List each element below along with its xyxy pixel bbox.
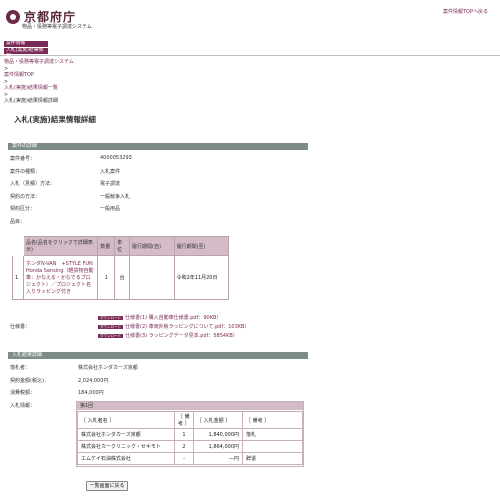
- case-section-header: 案件の詳細: [8, 143, 308, 150]
- bidder-name: 株式会社カークリニック・セキモト: [77, 440, 175, 453]
- field-label: 契約区分：: [10, 206, 36, 212]
- tab-case-info[interactable]: 案件情報: [4, 41, 48, 47]
- field-label: 案件番号：: [10, 156, 36, 162]
- bid-amount: 1,840,000円: [193, 428, 243, 441]
- bidder-name: エムケイ石油株式会社: [77, 452, 175, 465]
- bid-label: 入札情報：: [10, 402, 36, 409]
- download-icon: ダウンロード: [98, 333, 123, 338]
- field-label: 入札（見積）方法：: [10, 181, 56, 187]
- crumb-result-list[interactable]: 入札(実施)結果情報一覧: [4, 85, 58, 91]
- spec-file-link[interactable]: 仕様書(3) ラッピングデータ見本.pdf：5854KB）: [125, 332, 238, 339]
- back-to-list-button[interactable]: 一覧画面に戻る: [86, 481, 128, 491]
- round-label: 第1回: [77, 402, 303, 410]
- spec-file-link[interactable]: 仕様書(1) 購入自動車仕様書.pdf：90KB）: [125, 314, 221, 321]
- header-cell: 履行期間(至): [173, 236, 230, 256]
- items-label: 品目：: [10, 218, 26, 225]
- field-value: 4000053293: [100, 155, 132, 161]
- breadcrumb: 物品・役務等電子調達システム > 案件情報TOP > 入札(実施)結果情報一覧 …: [4, 59, 74, 105]
- spec-file-link[interactable]: 仕様書(2) 車両外板ラッピングについて.pdf：103KB）: [125, 323, 249, 330]
- field-label: 落札者：: [10, 365, 31, 371]
- tab-bid-results[interactable]: 入札(実施)結果情報: [4, 48, 48, 59]
- table-row: 株式会社カークリニック・セキモト 2 1,864,000円: [77, 440, 303, 453]
- field-row: 案件番号： 4000053293: [10, 155, 310, 168]
- header-cell-blank: [12, 236, 24, 256]
- download-icon: ダウンロード: [98, 324, 123, 329]
- field-value: 株式会社ホンダカーズ京都: [78, 365, 138, 371]
- bidder-no: -: [174, 452, 194, 465]
- field-value: 一般競争入札: [100, 193, 131, 200]
- items-header-row: 品名(品名をクリックで詳細表示) 数量 単位 履行期間(自) 履行期間(至): [12, 236, 230, 256]
- bids-header-cell: ［ 入札金額 ］: [193, 411, 243, 429]
- field-row: 入札（見積）方法： 電子調達: [10, 180, 310, 193]
- field-row: 落札者： 株式会社ホンダカーズ京都: [10, 364, 310, 377]
- item-to: 令和2年11月20日: [173, 255, 230, 300]
- bidder-name: 株式会社ホンダカーズ京都: [77, 428, 175, 441]
- bids-table: ［ 入札者名 ］ ［ 備考 ］ ［ 入札金額 ］ ［ 備考 ］ 株式会社ホンダカ…: [77, 411, 303, 465]
- page-title: 入札(実施)結果情報詳細: [14, 115, 96, 124]
- bidder-no: 2: [174, 440, 194, 453]
- field-value: 電子調達: [100, 181, 121, 187]
- header-cell: 品名(品名をクリックで詳細表示): [22, 236, 99, 256]
- item-name-link[interactable]: ホンダN-VAN +STYLE FUN Honda Sensing（軽貨物自動車…: [22, 255, 99, 300]
- spec-file-item[interactable]: ダウンロード 仕様書(1) 購入自動車仕様書.pdf：90KB）: [98, 314, 298, 321]
- crumb-case-top[interactable]: 案件情報TOP: [4, 72, 34, 78]
- field-value: 入札案件: [100, 168, 121, 175]
- result-section-header: 入札結果詳細: [8, 352, 308, 359]
- download-icon: ダウンロード: [98, 315, 123, 320]
- spec-file-item[interactable]: ダウンロード 仕様書(2) 車両外板ラッピングについて.pdf：103KB）: [98, 323, 298, 330]
- field-value: 一般用品: [100, 206, 121, 212]
- item-qty: 1: [97, 255, 116, 300]
- field-label: 契約金額(税込)：: [10, 377, 49, 384]
- header-cell: 履行期間(自): [129, 236, 175, 256]
- field-row: 案件の種類： 入札案件: [10, 168, 310, 181]
- spec-label: 仕様書：: [10, 324, 31, 330]
- top-link[interactable]: 案件情報TOPへ戻る: [443, 8, 488, 15]
- field-label: 契約の方法：: [10, 193, 41, 200]
- subsystem-name: 物品・役務等電子調達システム: [22, 24, 92, 30]
- field-label: 案件の種類：: [10, 168, 41, 175]
- header-cell: 単位: [114, 236, 131, 256]
- spec-files: ダウンロード 仕様書(1) 購入自動車仕様書.pdf：90KB） ダウンロード …: [98, 314, 298, 341]
- item-unit: 台: [114, 255, 131, 300]
- crumb-system[interactable]: 物品・役務等電子調達システム: [4, 59, 74, 65]
- bid-note: 落札: [242, 428, 303, 441]
- spec-file-item[interactable]: ダウンロード 仕様書(3) ラッピングデータ見本.pdf：5854KB）: [98, 332, 298, 339]
- table-row: エムケイ石油株式会社 - ―円 辞退: [77, 452, 303, 465]
- field-value: 2,024,000円: [78, 377, 109, 384]
- crumb-current: 入札(実施)結果情報詳細: [4, 98, 58, 104]
- bid-info-box: 第1回 ［ 入札者名 ］ ［ 備考 ］ ［ 入札金額 ］ ［ 備考 ］ 株式会社…: [76, 401, 304, 467]
- item-from: [129, 255, 175, 300]
- bids-header-row: ［ 入札者名 ］ ［ 備考 ］ ［ 入札金額 ］ ［ 備考 ］: [77, 411, 303, 429]
- bid-note: [242, 440, 303, 453]
- field-row: 契約の方法： 一般競争入札: [10, 193, 310, 206]
- field-row: 品目：: [10, 218, 310, 231]
- table-row: 1 ホンダN-VAN +STYLE FUN Honda Sensing（軽貨物自…: [12, 255, 230, 300]
- bid-note: 辞退: [242, 452, 303, 465]
- tab-bar: 案件情報 入札(実施)結果情報: [0, 41, 500, 59]
- field-row: 契約金額(税込)： 2,024,000円: [10, 377, 310, 390]
- bid-amount: 1,864,000円: [193, 440, 243, 453]
- bids-header-cell: ［ 備考 ］: [242, 411, 303, 429]
- bids-header-cell: ［ 備考 ］: [174, 411, 194, 429]
- header-cell: 数量: [97, 236, 116, 256]
- table-row: 株式会社ホンダカーズ京都 1 1,840,000円 落札: [77, 428, 303, 441]
- field-row: 消費税額： 184,000円: [10, 389, 310, 402]
- field-label: 消費税額：: [10, 390, 36, 396]
- field-row: 契約区分： 一般用品: [10, 205, 310, 218]
- field-value: 184,000円: [78, 390, 104, 396]
- row-number: 1: [12, 255, 24, 300]
- crest-icon: [6, 9, 20, 24]
- bids-header-cell: ［ 入札者名 ］: [77, 411, 175, 429]
- bidder-no: 1: [174, 428, 194, 441]
- items-table: 品名(品名をクリックで詳細表示) 数量 単位 履行期間(自) 履行期間(至) 1…: [12, 236, 230, 300]
- bid-amount: ―円: [193, 452, 243, 465]
- case-fields: 案件番号： 4000053293 案件の種類： 入札案件 入札（見積）方法： 電…: [10, 155, 310, 230]
